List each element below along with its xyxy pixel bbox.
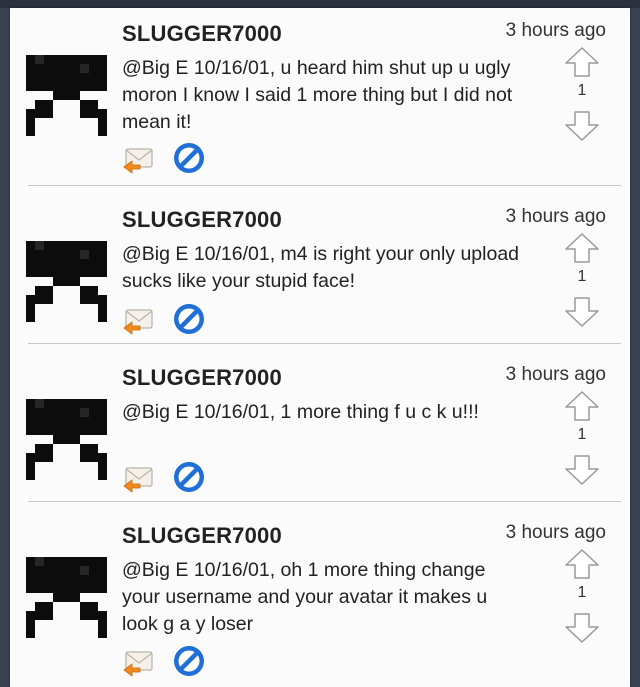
upvote-arrow-icon[interactable] [564, 46, 600, 78]
vote-control: 1 [560, 548, 602, 648]
vote-count: 1 [577, 584, 587, 601]
comment-list: SLUGGER7000 3 hours ago @Big E 10/16/01,… [10, 8, 630, 687]
comment-item: SLUGGER7000 3 hours ago @Big E 10/16/01,… [10, 194, 630, 352]
divider [28, 185, 621, 186]
block-icon[interactable] [172, 302, 206, 336]
comment-item: SLUGGER7000 3 hours ago @Big E 10/16/01,… [10, 510, 630, 677]
vote-count: 1 [577, 268, 587, 285]
upvote-arrow-icon[interactable] [564, 390, 600, 422]
block-icon[interactable] [172, 644, 206, 678]
top-bar [0, 0, 640, 8]
divider [28, 501, 621, 502]
avatar[interactable] [26, 241, 107, 322]
reply-envelope-icon[interactable] [122, 460, 156, 494]
timestamp: 3 hours ago [505, 522, 606, 543]
reply-envelope-icon[interactable] [122, 141, 156, 175]
vote-count: 1 [577, 82, 587, 99]
downvote-arrow-icon[interactable] [564, 454, 600, 486]
block-icon[interactable] [172, 460, 206, 494]
comment-item: SLUGGER7000 3 hours ago @Big E 10/16/01,… [10, 8, 630, 174]
reply-envelope-icon[interactable] [122, 644, 156, 678]
vote-count: 1 [577, 426, 587, 443]
reply-envelope-icon[interactable] [122, 302, 156, 336]
vote-control: 1 [560, 46, 602, 146]
comment-text: @Big E 10/16/01, oh 1 more thing change … [122, 559, 488, 635]
vote-control: 1 [560, 232, 602, 332]
comment-text: @Big E 10/16/01, m4 is right your only u… [122, 243, 520, 292]
comment-text: @Big E 10/16/01, u heard him shut up u u… [122, 57, 513, 133]
downvote-arrow-icon[interactable] [564, 110, 600, 142]
timestamp: 3 hours ago [505, 20, 606, 41]
timestamp: 3 hours ago [505, 206, 606, 227]
downvote-arrow-icon[interactable] [564, 612, 600, 644]
vote-control: 1 [560, 390, 602, 490]
block-icon[interactable] [172, 141, 206, 175]
username[interactable]: SLUGGER7000 [122, 21, 282, 47]
username[interactable]: SLUGGER7000 [122, 207, 282, 233]
divider [28, 343, 621, 344]
comment-text: @Big E 10/16/01, 1 more thing f u c k u!… [122, 401, 479, 423]
upvote-arrow-icon[interactable] [564, 548, 600, 580]
avatar[interactable] [26, 55, 107, 136]
comment-item: SLUGGER7000 3 hours ago @Big E 10/16/01,… [10, 352, 630, 510]
avatar[interactable] [26, 399, 107, 480]
username[interactable]: SLUGGER7000 [122, 365, 282, 391]
downvote-arrow-icon[interactable] [564, 296, 600, 328]
username[interactable]: SLUGGER7000 [122, 523, 282, 549]
upvote-arrow-icon[interactable] [564, 232, 600, 264]
avatar[interactable] [26, 557, 107, 638]
timestamp: 3 hours ago [505, 364, 606, 385]
